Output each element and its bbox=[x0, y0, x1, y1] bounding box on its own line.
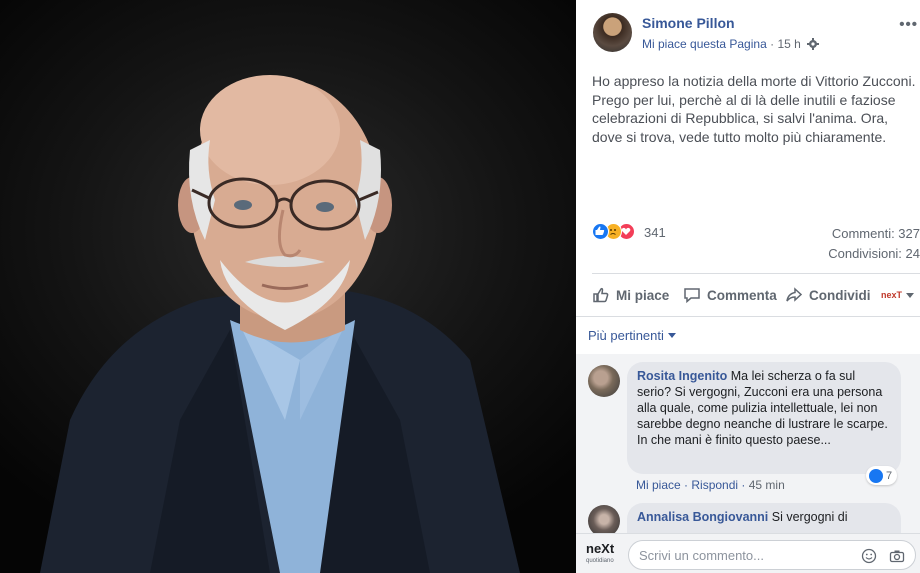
comment-time[interactable]: 45 min bbox=[749, 478, 785, 492]
comment-reply-link[interactable]: Rispondi bbox=[691, 478, 738, 492]
comment-like-link[interactable]: Mi piace bbox=[636, 478, 681, 492]
separator: · bbox=[770, 37, 775, 51]
commenter-avatar[interactable] bbox=[588, 365, 620, 397]
like-button[interactable]: Mi piace bbox=[592, 276, 669, 314]
share-button-label: Condividi bbox=[809, 287, 871, 303]
post-subline: Mi piace questa Pagina · 15 h bbox=[642, 37, 820, 51]
like-reaction-icon bbox=[592, 223, 609, 240]
comment-input[interactable]: Scrivi un commento... bbox=[628, 540, 916, 570]
thumbs-up-icon bbox=[593, 287, 609, 303]
shares-count[interactable]: Condivisioni: 24 bbox=[828, 246, 920, 261]
post-photo[interactable] bbox=[0, 0, 576, 573]
post-panel: Simone Pillon Mi piace questa Pagina · 1… bbox=[576, 0, 920, 573]
more-options-icon[interactable]: ••• bbox=[899, 16, 918, 33]
share-icon bbox=[786, 287, 803, 302]
post-header: Simone Pillon Mi piace questa Pagina · 1… bbox=[576, 0, 920, 62]
divider bbox=[576, 316, 920, 317]
comment-button[interactable]: Commenta bbox=[683, 276, 777, 314]
comment-composer: neXt quotidiano Scrivi un commento... bbox=[576, 533, 920, 573]
post-time[interactable]: 15 h bbox=[777, 37, 800, 51]
like-page-link[interactable]: Mi piace questa Pagina bbox=[642, 37, 767, 51]
commenter-name[interactable]: Annalisa Bongiovanni bbox=[637, 510, 768, 524]
page-logo: nexT bbox=[881, 290, 903, 300]
author-name[interactable]: Simone Pillon bbox=[642, 15, 735, 31]
comments-count[interactable]: Commenti: 327 bbox=[832, 226, 920, 241]
portrait-image bbox=[40, 75, 520, 573]
emoji-icon[interactable] bbox=[861, 548, 877, 564]
comment-text: Si vergogni di bbox=[771, 510, 848, 524]
author-avatar[interactable] bbox=[593, 13, 632, 52]
composer-avatar-logo: neXt quotidiano bbox=[586, 542, 620, 568]
chevron-down-icon bbox=[906, 292, 915, 298]
page-selector[interactable]: nexT bbox=[881, 276, 915, 314]
camera-icon[interactable] bbox=[889, 548, 905, 564]
commenter-name[interactable]: Rosita Ingenito bbox=[637, 369, 727, 383]
comment-like-badge[interactable]: 7 bbox=[866, 466, 898, 485]
comment-filter-label: Più pertinenti bbox=[588, 328, 664, 343]
comment-input-placeholder: Scrivi un commento... bbox=[639, 548, 764, 563]
logo-text: neXt bbox=[586, 541, 615, 556]
comment-icon bbox=[684, 288, 700, 304]
comment-button-label: Commenta bbox=[707, 287, 777, 303]
like-reaction-icon bbox=[869, 468, 883, 483]
logo-subtext: quotidiano bbox=[586, 558, 614, 564]
share-button[interactable]: Condividi bbox=[785, 276, 871, 314]
gear-icon[interactable] bbox=[807, 38, 820, 50]
like-button-label: Mi piace bbox=[616, 287, 670, 303]
post-text: Ho appreso la notizia della morte di Vit… bbox=[592, 73, 916, 145]
comment-meta: Mi piace · Rispondi · 45 min bbox=[636, 478, 785, 492]
reaction-count[interactable]: 341 bbox=[644, 225, 666, 240]
action-bar: Mi piace Commenta Condividi nexT bbox=[576, 276, 920, 314]
comment-filter[interactable]: Più pertinenti bbox=[588, 328, 676, 343]
divider bbox=[592, 273, 920, 274]
comment-like-count: 7 bbox=[886, 469, 893, 482]
comment-bubble: Rosita Ingenito Ma lei scherza o fa sul … bbox=[627, 362, 901, 474]
caret-down-icon bbox=[667, 333, 676, 338]
